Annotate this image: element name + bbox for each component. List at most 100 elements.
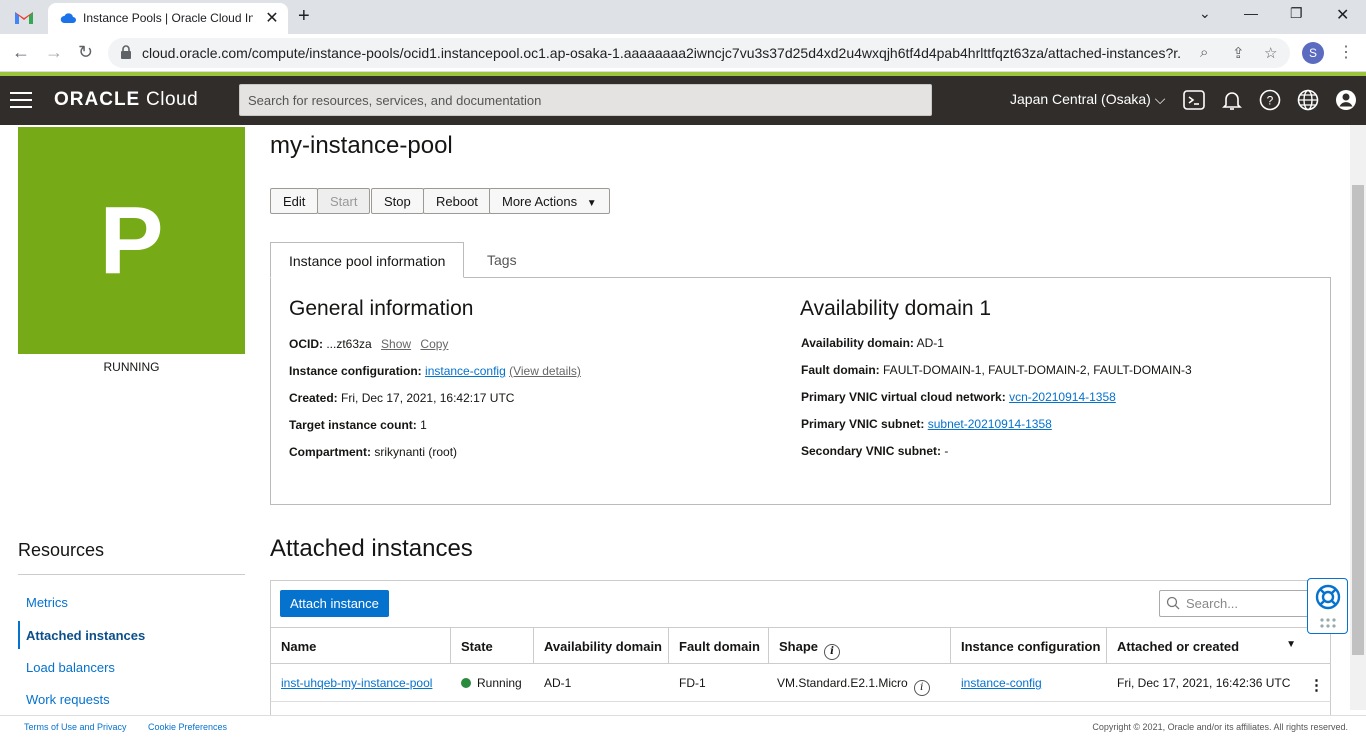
new-tab-button[interactable]: +: [298, 5, 310, 28]
tab-search-icon[interactable]: ⌄: [1199, 5, 1211, 22]
chevron-down-icon: ⌵: [1154, 91, 1166, 107]
resource-state: RUNNING: [103, 360, 160, 374]
column-header-shape-label: Shape: [779, 639, 819, 654]
url-text: cloud.oracle.com/compute/instance-pools/…: [142, 45, 1182, 61]
resources-heading: Resources: [18, 540, 105, 560]
attached-instances-heading: Attached instances: [270, 535, 473, 562]
created-field: Created: Fri, Dec 17, 2021, 16:42:17 UTC: [289, 391, 514, 405]
resources-item-load-balancers[interactable]: Load balancers: [26, 660, 115, 675]
ocid-show-link[interactable]: Show: [381, 337, 411, 351]
lock-icon[interactable]: [120, 45, 132, 59]
help-widget[interactable]: [1307, 578, 1348, 634]
zoom-icon[interactable]: ⌕: [1200, 44, 1208, 61]
edit-button[interactable]: Edit: [270, 188, 319, 214]
region-selector[interactable]: Japan Central (Osaka) ⌵: [1010, 91, 1165, 108]
cookie-preferences-link[interactable]: Cookie Preferences: [148, 722, 227, 732]
shape-info-icon[interactable]: i: [913, 680, 930, 696]
column-header-availability-domain[interactable]: Availability domain: [534, 627, 669, 664]
column-header-name[interactable]: Name: [270, 627, 451, 664]
address-bar: ← → ↻ cloud.oracle.com/compute/instance-…: [0, 34, 1366, 72]
table-row: inst-uhqeb-my-instance-pool: [270, 664, 451, 702]
global-search-input[interactable]: Search for resources, services, and docu…: [239, 84, 932, 116]
minimize-button[interactable]: —: [1244, 5, 1258, 21]
subnet-field: Primary VNIC subnet: subnet-20210914-135…: [801, 417, 1052, 431]
browser-tab-title: Instance Pools | Oracle Cloud Infr: [83, 11, 253, 25]
subnet-link[interactable]: subnet-20210914-1358: [928, 417, 1052, 431]
drag-handle-icon[interactable]: [1319, 617, 1337, 629]
browser-tab-active[interactable]: Instance Pools | Oracle Cloud Infr ✕: [48, 3, 288, 34]
resources-item-attached-instances[interactable]: Attached instances: [26, 628, 145, 643]
back-icon[interactable]: ←: [12, 42, 30, 63]
tab-instance-pool-information[interactable]: Instance pool information: [270, 242, 465, 278]
share-icon[interactable]: ⇪: [1232, 44, 1245, 62]
close-window-button[interactable]: ✕: [1336, 5, 1349, 25]
help-icon[interactable]: ?: [1258, 88, 1282, 112]
availability-domain-value: AD-1: [916, 336, 944, 350]
column-header-fault-domain[interactable]: Fault domain: [669, 627, 769, 664]
svg-text:?: ?: [1267, 94, 1274, 108]
column-header-state[interactable]: State: [451, 627, 534, 664]
more-actions-button[interactable]: More Actions ▼: [489, 188, 610, 214]
sort-desc-icon[interactable]: ▼: [1286, 639, 1296, 650]
secondary-subnet-label: Secondary VNIC subnet:: [801, 444, 942, 458]
restore-button[interactable]: ❐: [1290, 5, 1303, 22]
close-tab-icon[interactable]: ✕: [263, 8, 281, 28]
column-header-attached-or-created[interactable]: Attached or created ▼: [1107, 627, 1331, 664]
bookmark-star-icon[interactable]: ☆: [1264, 44, 1277, 62]
instance-name-link[interactable]: inst-uhqeb-my-instance-pool: [281, 676, 432, 690]
instance-ad-cell: AD-1: [534, 664, 669, 702]
more-actions-label: More Actions: [502, 194, 578, 209]
row-actions-kebab-icon[interactable]: ⋮: [1309, 676, 1324, 694]
language-globe-icon[interactable]: [1296, 88, 1320, 112]
stop-button[interactable]: Stop: [371, 188, 424, 214]
availability-domain-label: Availability domain:: [801, 336, 914, 350]
target-count-label: Target instance count:: [289, 418, 417, 432]
ocid-value: ...zt63za: [326, 337, 372, 351]
compartment-field: Compartment: srikynanti (root): [289, 445, 457, 459]
info-icon[interactable]: i: [824, 644, 841, 660]
fault-domain-label: Fault domain:: [801, 363, 880, 377]
url-field[interactable]: cloud.oracle.com/compute/instance-pools/…: [108, 38, 1290, 68]
browser-tab-bar: Instance Pools | Oracle Cloud Infr ✕ + ⌄…: [0, 0, 1366, 34]
logo-product: Cloud: [140, 89, 199, 110]
table-search-input[interactable]: Search...: [1159, 590, 1319, 617]
reboot-button[interactable]: Reboot: [423, 188, 491, 214]
forward-icon[interactable]: →: [45, 42, 63, 63]
vcn-link[interactable]: vcn-20210914-1358: [1009, 390, 1116, 404]
availability-domain-heading: Availability domain 1: [800, 297, 992, 320]
notifications-bell-icon[interactable]: [1220, 88, 1244, 112]
subnet-label: Primary VNIC subnet:: [801, 417, 925, 431]
hamburger-menu-icon[interactable]: [10, 92, 32, 108]
vcn-label: Primary VNIC virtual cloud network:: [801, 390, 1006, 404]
instance-configuration-link[interactable]: instance-config: [425, 364, 506, 378]
reload-icon[interactable]: ↻: [78, 42, 93, 63]
resources-item-metrics[interactable]: Metrics: [26, 595, 68, 610]
terms-link[interactable]: Terms of Use and Privacy: [24, 722, 127, 732]
oracle-cloud-logo[interactable]: ORACLE Cloud: [54, 89, 198, 111]
view-details-link[interactable]: (View details): [509, 364, 581, 378]
copyright-text: Copyright © 2021, Oracle and/or its affi…: [1092, 722, 1348, 732]
secondary-subnet-value: -: [944, 444, 949, 458]
browser-menu-icon[interactable]: ⋮: [1338, 42, 1354, 62]
cloud-shell-icon[interactable]: [1182, 88, 1206, 112]
fault-domain-field: Fault domain: FAULT-DOMAIN-1, FAULT-DOMA…: [801, 363, 1192, 377]
tab-tags[interactable]: Tags: [469, 242, 535, 278]
instance-config-link[interactable]: instance-config: [961, 676, 1042, 690]
user-profile-icon[interactable]: [1334, 88, 1358, 112]
ocid-field: OCID: ...zt63za Show Copy: [289, 337, 448, 351]
attach-instance-button[interactable]: Attach instance: [280, 590, 389, 617]
profile-avatar[interactable]: S: [1302, 42, 1324, 64]
column-header-shape[interactable]: Shape i: [769, 627, 951, 664]
column-header-attached-label: Attached or created: [1117, 639, 1240, 654]
caret-down-icon: ▼: [586, 198, 597, 209]
resources-item-work-requests[interactable]: Work requests: [26, 692, 110, 707]
resources-divider: [18, 574, 245, 575]
compartment-label: Compartment:: [289, 445, 372, 459]
ocid-copy-link[interactable]: Copy: [420, 337, 448, 351]
scrollbar-thumb[interactable]: [1352, 185, 1364, 655]
instance-shape-cell: VM.Standard.E2.1.Micro i: [769, 664, 951, 702]
column-header-instance-configuration[interactable]: Instance configuration: [951, 627, 1107, 664]
start-button[interactable]: Start: [317, 188, 371, 214]
gmail-icon[interactable]: [14, 8, 34, 26]
target-count-value: 1: [420, 418, 427, 432]
